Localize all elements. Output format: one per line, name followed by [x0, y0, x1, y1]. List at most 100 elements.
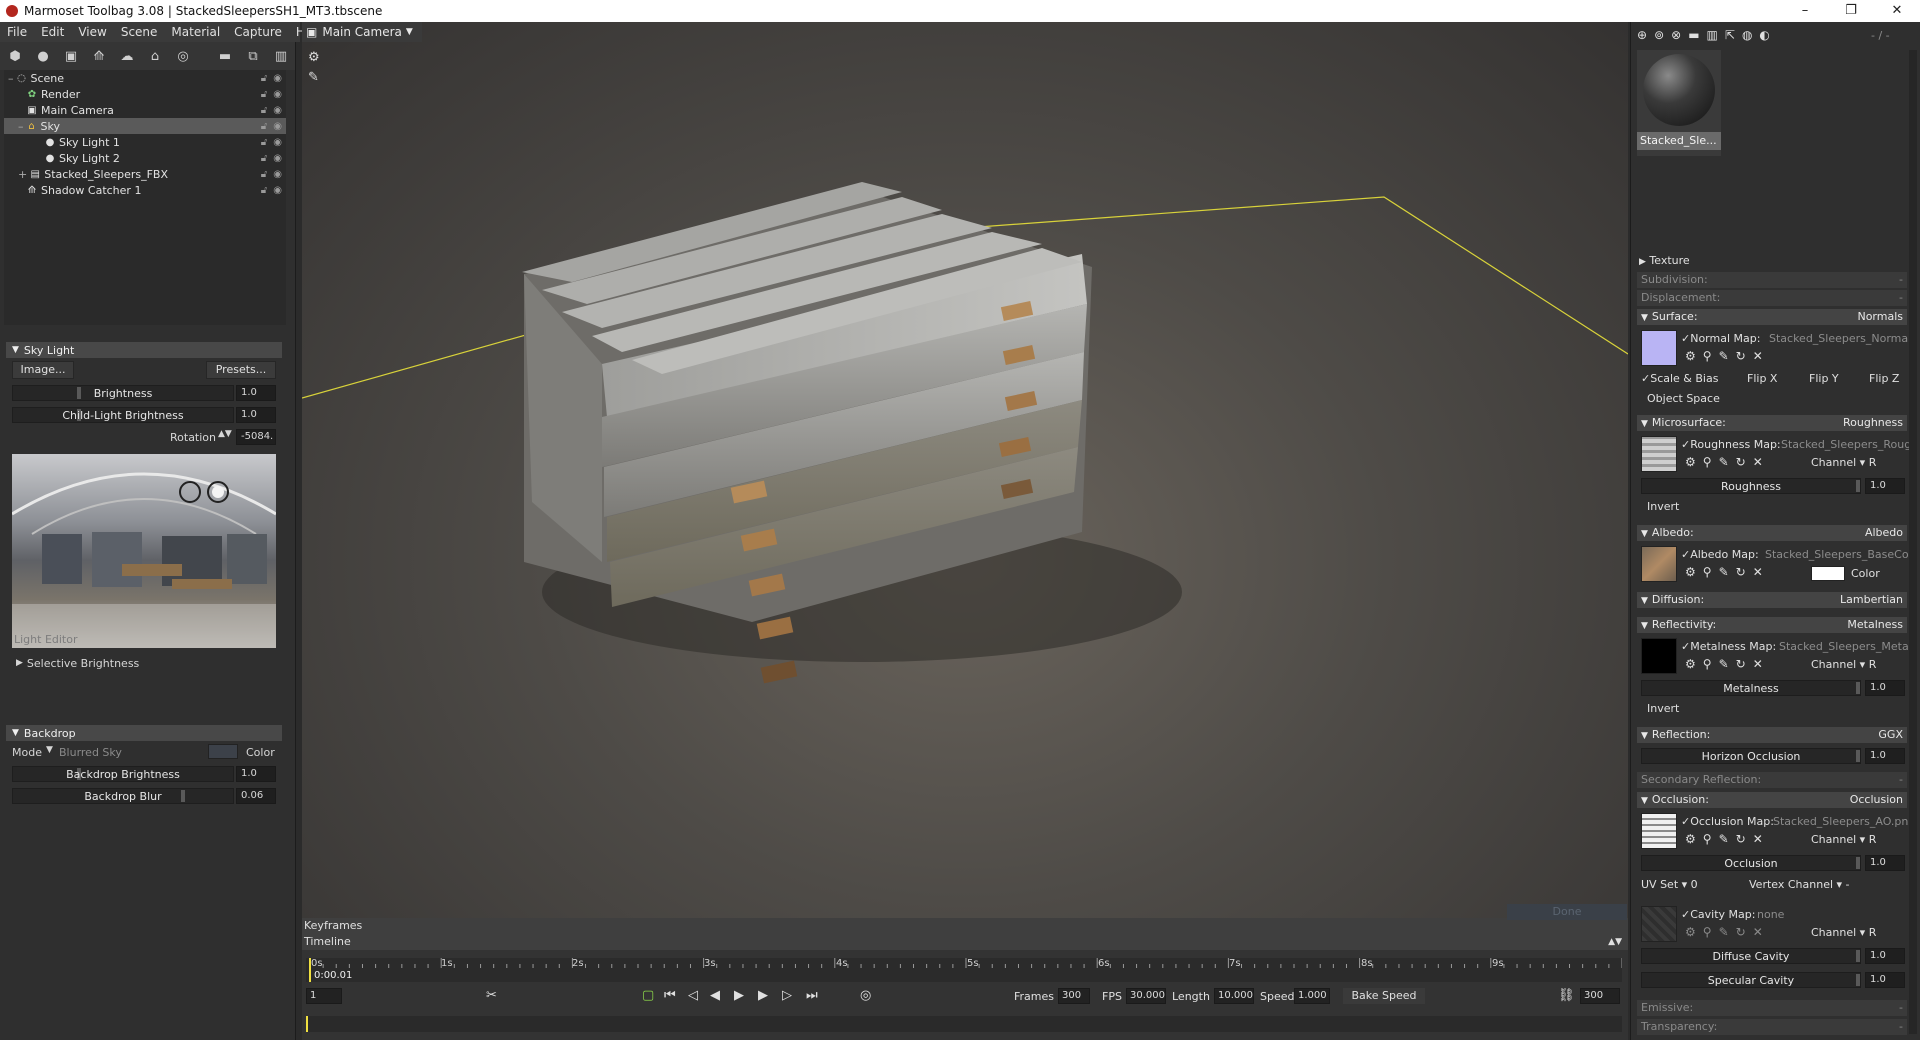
search-icon[interactable]: ⚲ — [1703, 455, 1712, 469]
search-icon[interactable]: ⚲ — [1703, 832, 1712, 846]
lock-icon[interactable]: 🔓︎ — [261, 73, 267, 84]
close-icon[interactable]: ✕ — [1753, 455, 1763, 469]
lock-icon[interactable]: 🔓︎ — [261, 105, 267, 116]
lock-icon[interactable]: 🔓︎ — [261, 169, 267, 180]
keyframes-bar[interactable]: Keyframes — [302, 918, 1628, 934]
tree-item-stacked-sleepers[interactable]: + ▤ Stacked_Sleepers_FBX 🔓︎ ◉ — [4, 166, 286, 182]
gear-icon[interactable]: ⚙ — [1685, 565, 1696, 579]
play-icon[interactable]: ▶ — [734, 988, 744, 1003]
metalness-invert-checkbox[interactable]: Invert — [1647, 702, 1679, 715]
add-shadow-icon[interactable]: ⟰ — [90, 48, 108, 64]
add-turntable-icon[interactable]: ◎ — [174, 48, 192, 64]
roughness-map-file[interactable]: Stacked_Sleepers_Roug... — [1781, 438, 1909, 451]
next-keyframe-icon[interactable]: ▷ — [782, 988, 792, 1003]
length-field[interactable]: 10.000 — [1214, 988, 1254, 1004]
albedo-color-swatch[interactable] — [1811, 566, 1845, 581]
close-icon[interactable]: ✕ — [1753, 349, 1763, 363]
prev-frame-icon[interactable]: ◀ — [710, 988, 720, 1003]
edit-icon[interactable]: ✎ — [1719, 925, 1729, 939]
tree-item-render[interactable]: ✿ Render 🔓︎ ◉ — [4, 86, 286, 102]
gear-icon[interactable]: ⚙ — [1685, 925, 1696, 939]
reload-icon[interactable]: ↻ — [1736, 455, 1746, 469]
link-icon[interactable]: ⛓ — [1558, 988, 1575, 1003]
surface-header[interactable]: ▼ Surface: Normals — [1637, 309, 1907, 325]
tree-item-shadow-catcher[interactable]: ⟰ Shadow Catcher 1 🔓︎ ◉ — [4, 182, 286, 198]
menu-scene[interactable]: Scene — [114, 25, 165, 39]
add-fog-icon[interactable]: ☁ — [118, 48, 136, 64]
reload-icon[interactable]: ↻ — [1736, 565, 1746, 579]
loop-icon[interactable]: ▢ — [642, 988, 654, 1003]
object-space-checkbox[interactable]: Object Space — [1647, 392, 1720, 405]
tree-item-scene[interactable]: – ◌ Scene 🔓︎ ◉ — [4, 70, 286, 86]
occlusion-value[interactable]: 1.0 — [1865, 855, 1905, 871]
menu-edit[interactable]: Edit — [34, 25, 71, 39]
presets-button[interactable]: Presets... — [206, 361, 276, 379]
ghost-done-button[interactable]: Done — [1507, 904, 1627, 920]
tree-item-sky-light-1[interactable]: ● Sky Light 1 🔓︎ ◉ — [4, 134, 286, 150]
backdrop-header[interactable]: ▼ Backdrop — [6, 725, 282, 741]
subdivision-row[interactable]: Subdivision: - — [1637, 272, 1907, 288]
close-icon[interactable]: ✕ — [1753, 565, 1763, 579]
menu-capture[interactable]: Capture — [227, 25, 289, 39]
occlusion-map-file[interactable]: Stacked_Sleepers_AO.pn... — [1773, 815, 1909, 828]
add-object-icon[interactable]: ⬢ — [6, 48, 24, 64]
eye-icon[interactable]: ◉ — [273, 153, 282, 164]
diffuse-cavity-value[interactable]: 1.0 — [1865, 948, 1905, 964]
next-frame-icon[interactable]: ▶ — [758, 988, 768, 1003]
metalness-value[interactable]: 1.0 — [1865, 680, 1905, 696]
duplicate-icon[interactable]: ⧉ — [244, 48, 262, 64]
gear-icon[interactable]: ⚙ — [1685, 349, 1696, 363]
displacement-row[interactable]: Displacement: - — [1637, 290, 1907, 306]
fps-field[interactable]: 30.000 — [1126, 988, 1166, 1004]
eye-icon[interactable]: ◉ — [273, 89, 282, 100]
edit-icon[interactable]: ✎ — [1719, 832, 1729, 846]
eye-icon[interactable]: ◉ — [273, 137, 282, 148]
albedo-map-thumb[interactable] — [1641, 546, 1677, 582]
scissors-icon[interactable]: ✂ — [486, 988, 497, 1003]
tree-item-main-camera[interactable]: ▣ Main Camera 🔓︎ ◉ — [4, 102, 286, 118]
close-icon[interactable]: ✕ — [1753, 657, 1763, 671]
lock-icon[interactable]: 🔓︎ — [261, 89, 267, 100]
last-frame-icon[interactable]: ⏭ — [806, 988, 818, 1003]
roughness-invert-checkbox[interactable]: Invert — [1647, 500, 1679, 513]
flip-x-checkbox[interactable]: Flip X — [1747, 372, 1777, 385]
duplicate-material-icon[interactable]: ⊚ — [1654, 28, 1664, 42]
reload-icon[interactable]: ↻ — [1736, 349, 1746, 363]
reload-icon[interactable]: ↻ — [1736, 832, 1746, 846]
roughness-map-thumb[interactable] — [1641, 436, 1677, 472]
rotation-value[interactable]: -5084. — [236, 429, 276, 445]
eye-icon[interactable]: ◉ — [273, 121, 282, 132]
edit-icon[interactable]: ✎ — [1719, 349, 1729, 363]
specular-cavity-slider[interactable]: Specular Cavity — [1641, 972, 1861, 988]
search-icon[interactable]: ⚲ — [1703, 925, 1712, 939]
gear-icon[interactable]: ⚙ — [1685, 657, 1696, 671]
occlusion-map-thumb[interactable] — [1641, 813, 1677, 849]
flip-y-checkbox[interactable]: Flip Y — [1809, 372, 1839, 385]
normal-map-thumb[interactable] — [1641, 330, 1677, 366]
sky-light-header[interactable]: ▼ Sky Light — [6, 342, 282, 358]
first-frame-icon[interactable]: ⏮ — [664, 988, 676, 1003]
trash-icon[interactable]: ▥ — [272, 48, 290, 64]
diffuse-cavity-slider[interactable]: Diffuse Cavity — [1641, 948, 1861, 964]
transparency-row[interactable]: Transparency: - — [1637, 1019, 1907, 1035]
reset-icon[interactable]: ◍ — [1742, 28, 1752, 42]
metalness-map-file[interactable]: Stacked_Sleepers_Metal... — [1779, 640, 1909, 653]
metalness-slider[interactable]: Metalness — [1641, 680, 1861, 696]
edit-icon[interactable]: ✎ — [1719, 565, 1729, 579]
eye-icon[interactable]: ◉ — [273, 185, 282, 196]
backdrop-blur-value[interactable]: 0.06 — [236, 788, 276, 804]
folder-icon[interactable]: ▬ — [216, 48, 234, 64]
lock-icon[interactable]: 🔓︎ — [261, 153, 267, 164]
gear-icon[interactable]: ⚙ — [1685, 455, 1696, 469]
cavity-map-thumb[interactable] — [1641, 906, 1677, 942]
search-icon[interactable]: ⚲ — [1703, 565, 1712, 579]
minimize-button[interactable]: – — [1782, 0, 1828, 22]
menu-material[interactable]: Material — [164, 25, 227, 39]
bake-speed-button[interactable]: Bake Speed — [1342, 987, 1426, 1005]
menu-view[interactable]: View — [71, 25, 113, 39]
add-material-icon[interactable]: ⊕ — [1637, 28, 1647, 42]
add-camera-icon[interactable]: ▣ — [62, 48, 80, 64]
albedo-map-file[interactable]: Stacked_Sleepers_BaseColo... — [1765, 548, 1909, 561]
lock-icon[interactable]: 🔓︎ — [261, 185, 267, 196]
cavity-channel-dropdown[interactable]: Channel ▾ R — [1811, 926, 1876, 939]
